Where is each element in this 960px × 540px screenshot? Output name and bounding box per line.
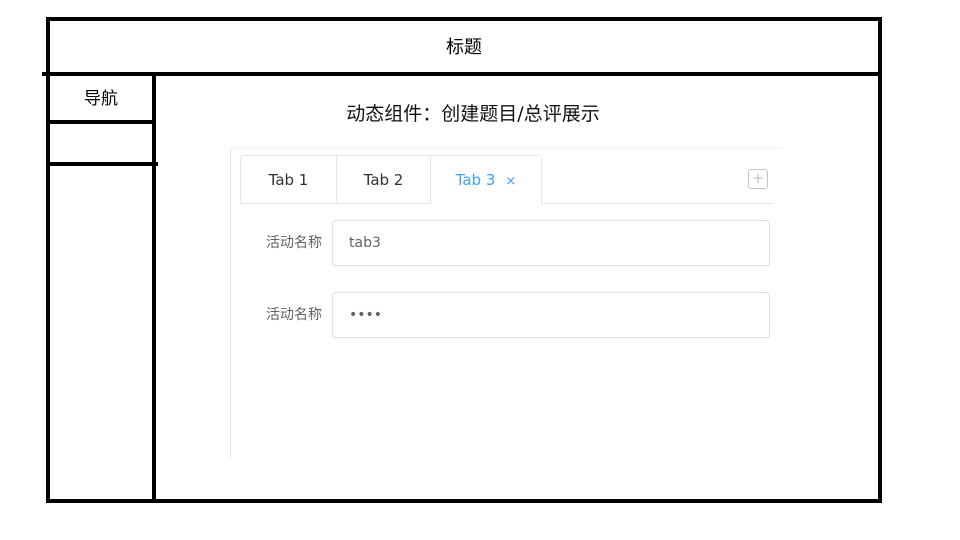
plus-icon: + xyxy=(751,169,765,187)
sidebar-nav-label[interactable]: 导航 xyxy=(50,76,152,120)
activity-name-label: 活动名称 xyxy=(266,235,322,251)
tab-label: Tab 1 xyxy=(268,171,309,189)
tab-1[interactable]: Tab 1 xyxy=(241,156,336,203)
sidebar-item-divider xyxy=(50,120,156,124)
sidebar-divider xyxy=(152,76,156,499)
sidebar-item-divider xyxy=(50,162,158,166)
form-row-password: 活动名称 xyxy=(240,292,772,338)
activity-name-label-2: 活动名称 xyxy=(266,307,322,323)
activity-name-input[interactable] xyxy=(332,220,770,266)
tab-2[interactable]: Tab 2 xyxy=(336,156,430,203)
activity-password-input[interactable] xyxy=(332,292,770,338)
content-title: 动态组件：创建题目/总评展示 xyxy=(346,103,600,125)
close-icon[interactable]: × xyxy=(505,158,516,206)
header-divider xyxy=(42,72,882,76)
tab-group: Tab 1 Tab 2 Tab 3 × xyxy=(240,155,542,204)
tab-3-active[interactable]: Tab 3 × xyxy=(430,156,541,204)
tab-bar: Tab 1 Tab 2 Tab 3 × + xyxy=(240,155,772,204)
tab-label: Tab 3 xyxy=(455,171,496,189)
form-row-name: 活动名称 xyxy=(240,220,772,266)
page-title: 标题 xyxy=(446,37,482,58)
add-tab-button[interactable]: + xyxy=(748,169,768,189)
tab-label: Tab 2 xyxy=(363,171,404,189)
